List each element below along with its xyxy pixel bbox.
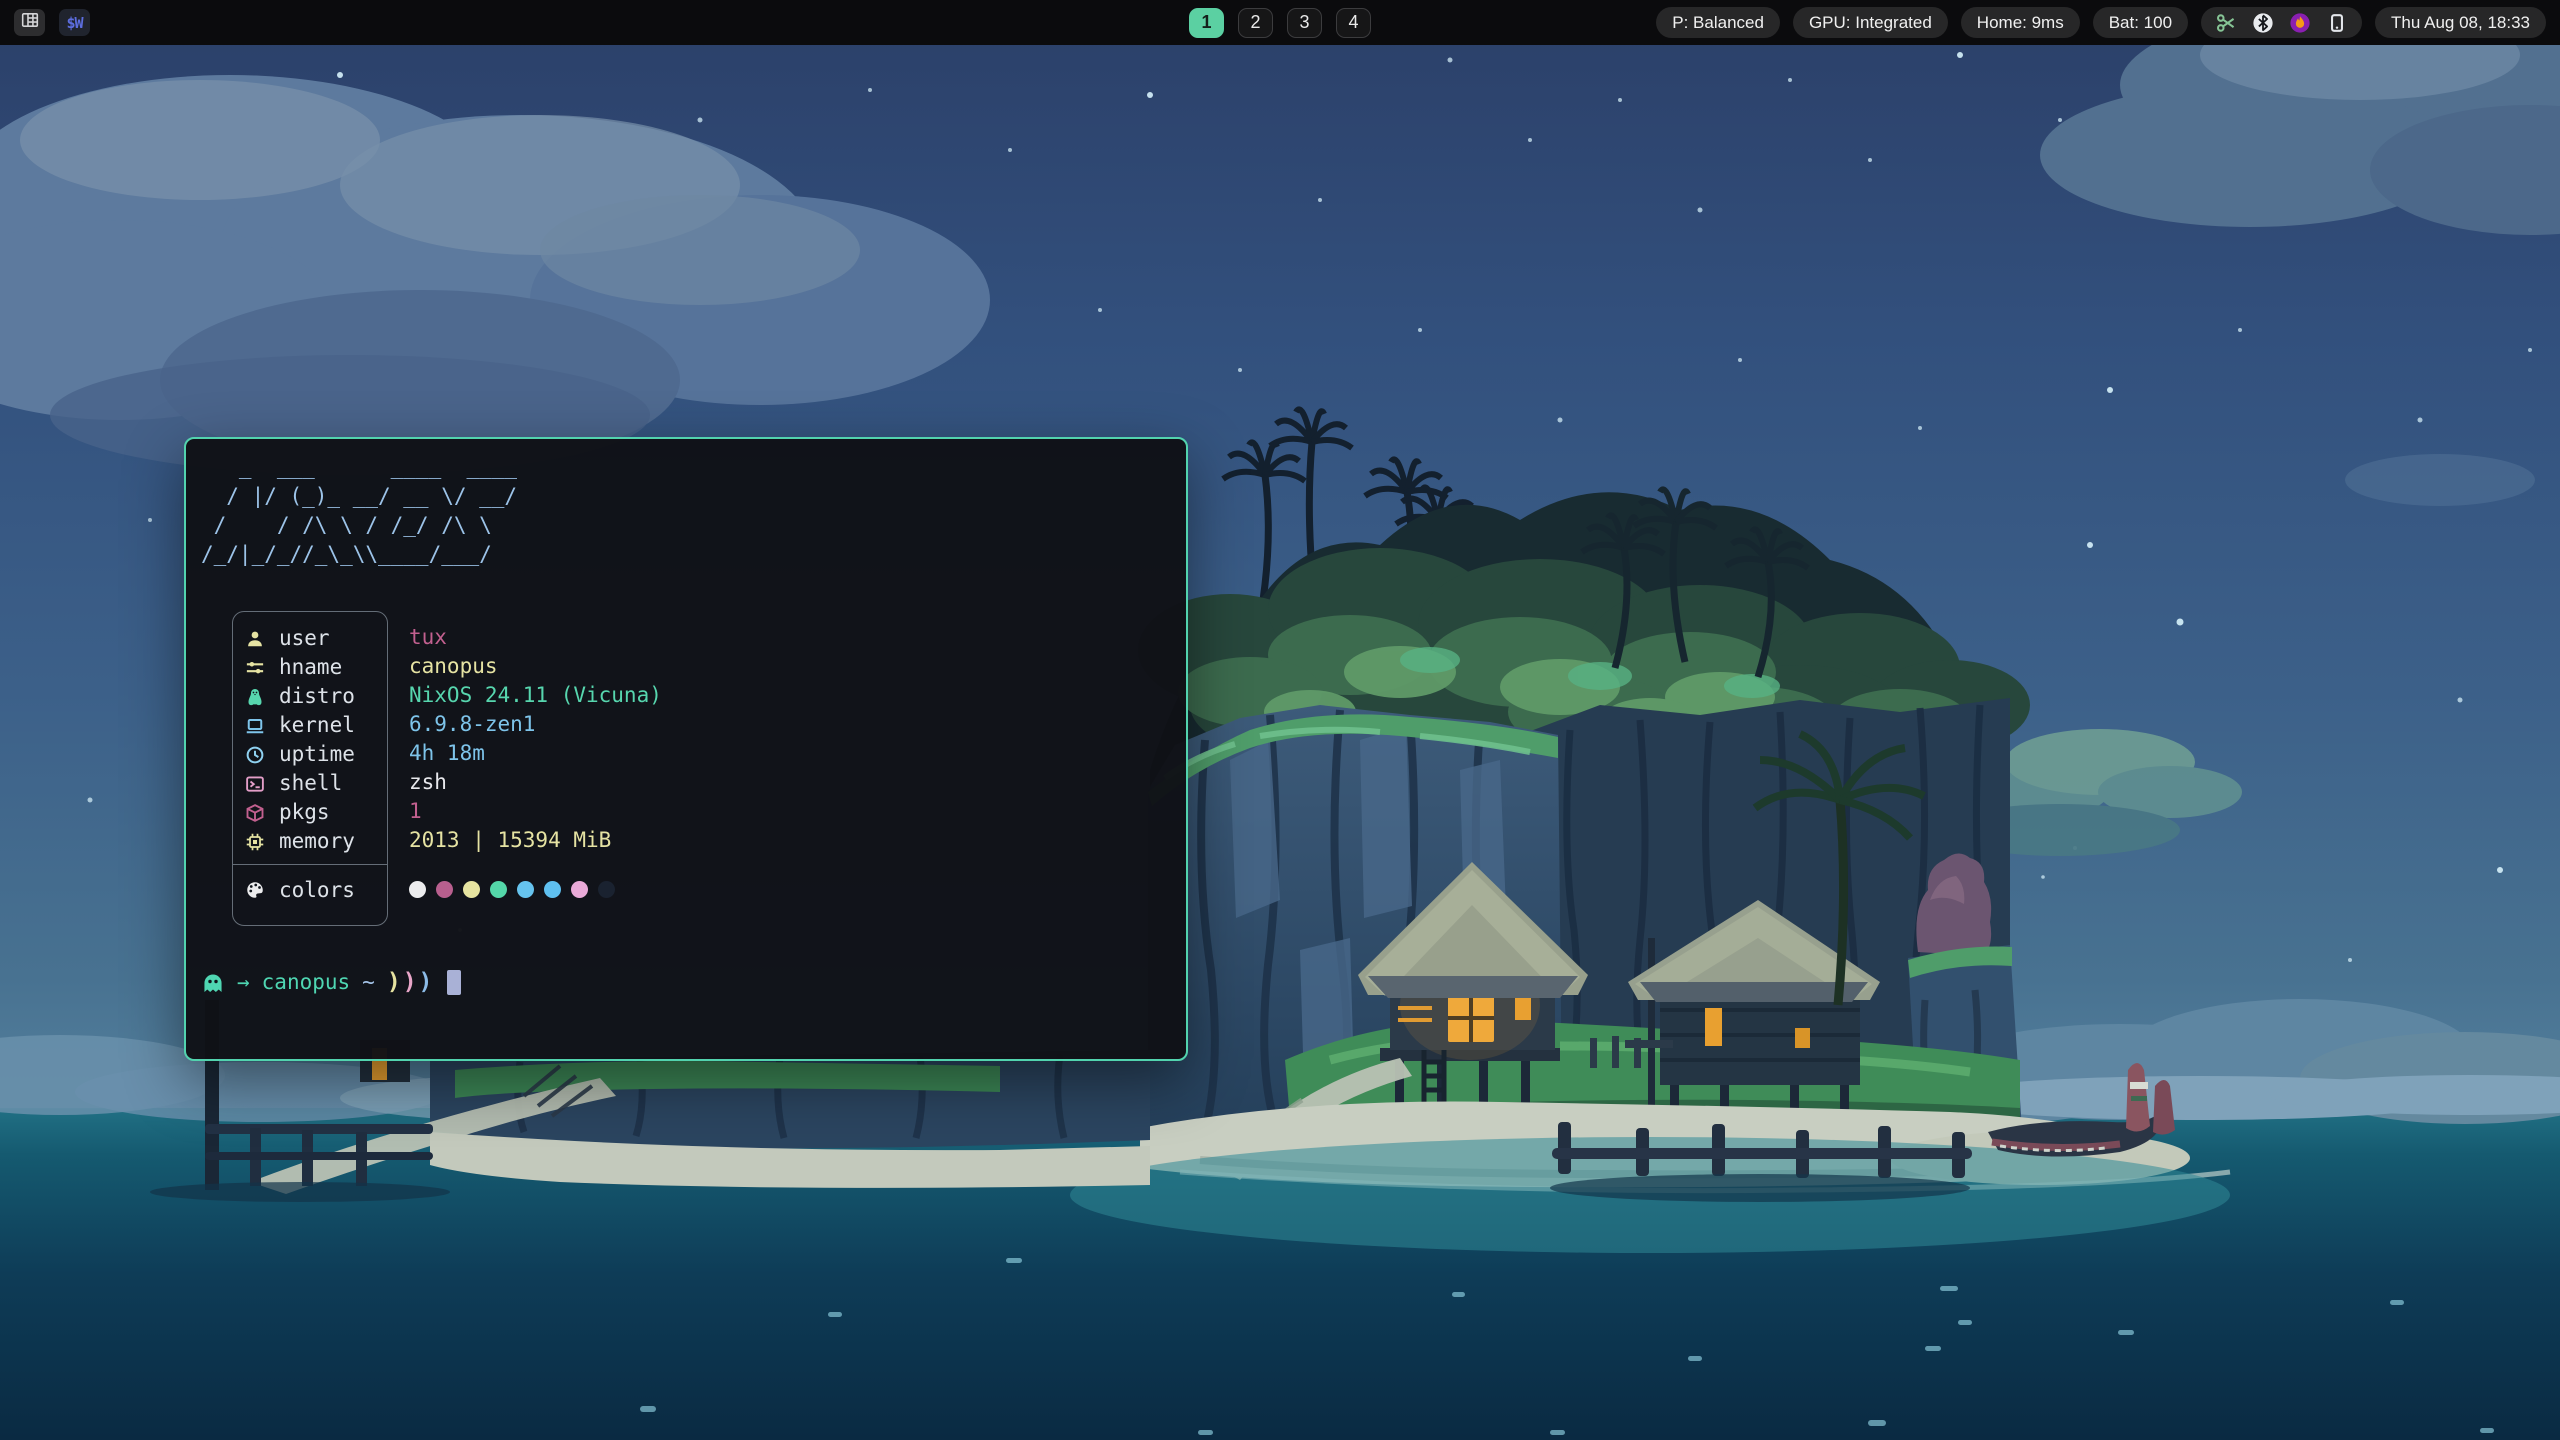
info-label: pkgs bbox=[279, 798, 330, 827]
app-launcher-button[interactable] bbox=[14, 9, 45, 36]
info-label: colors bbox=[279, 876, 355, 905]
color-swatch bbox=[598, 881, 615, 898]
info-label: kernel bbox=[279, 711, 355, 740]
info-key-kernel: kernel bbox=[233, 711, 387, 740]
bluetooth-icon[interactable] bbox=[2252, 12, 2274, 34]
system-tray bbox=[2201, 7, 2362, 38]
prompt-chevron: ) bbox=[387, 968, 401, 997]
power-profile-label: P: Balanced bbox=[1672, 13, 1764, 33]
terminal-icon bbox=[245, 774, 265, 794]
info-value-memory: 2013 | 15394 MiB bbox=[409, 826, 662, 855]
color-swatch bbox=[463, 881, 480, 898]
power-profile-pill[interactable]: P: Balanced bbox=[1656, 7, 1780, 38]
fastfetch-panel: userhnamedistrokerneluptimeshellpkgsmemo… bbox=[232, 611, 1186, 926]
terminal-cursor[interactable] bbox=[447, 970, 461, 995]
color-swatch bbox=[409, 881, 426, 898]
workspace-pill-1[interactable]: 1 bbox=[1189, 8, 1224, 38]
workspace-pill-2[interactable]: 2 bbox=[1238, 8, 1273, 38]
info-value-distro: NixOS 24.11 (Vicuna) bbox=[409, 681, 662, 710]
flameshot-icon[interactable] bbox=[2289, 12, 2311, 34]
bar-left-group: $W bbox=[10, 9, 90, 36]
app-grid-icon bbox=[21, 11, 39, 34]
info-label: shell bbox=[279, 769, 342, 798]
terminal-window[interactable]: _ ___ ____ ____ / |/ (_)_ __/ __ \/ __/ … bbox=[184, 437, 1188, 1061]
color-swatch bbox=[517, 881, 534, 898]
color-swatch bbox=[544, 881, 561, 898]
bar-right-group: P: Balanced GPU: Integrated Home: 9ms Ba… bbox=[1656, 7, 2550, 38]
terminal-color-swatches bbox=[409, 865, 662, 915]
color-swatch bbox=[436, 881, 453, 898]
info-label: user bbox=[279, 624, 330, 653]
info-value-shell: zsh bbox=[409, 768, 662, 797]
prompt-hostname: canopus bbox=[262, 968, 351, 997]
network-latency-pill[interactable]: Home: 9ms bbox=[1961, 7, 2080, 38]
color-swatch bbox=[571, 881, 588, 898]
laptop-icon bbox=[245, 716, 265, 736]
top-status-bar: $W 1234 P: Balanced GPU: Integrated Home… bbox=[0, 0, 2560, 45]
info-key-pkgs: pkgs bbox=[233, 798, 387, 827]
gpu-pill[interactable]: GPU: Integrated bbox=[1793, 7, 1948, 38]
chip-icon bbox=[245, 832, 265, 852]
wezterm-icon: $W bbox=[66, 14, 82, 32]
fastfetch-values: tuxcanopusNixOS 24.11 (Vicuna)6.9.8-zen1… bbox=[388, 611, 662, 926]
phone-icon[interactable] bbox=[2326, 12, 2348, 34]
prompt-chevron: ) bbox=[419, 968, 433, 997]
battery-pill[interactable]: Bat: 100 bbox=[2093, 7, 2188, 38]
user-icon bbox=[245, 629, 265, 649]
info-value-user: tux bbox=[409, 623, 662, 652]
gpu-label: GPU: Integrated bbox=[1809, 13, 1932, 33]
sliders-icon bbox=[245, 658, 265, 678]
info-key-memory: memory bbox=[233, 827, 387, 856]
workspace-pill-3[interactable]: 3 bbox=[1287, 8, 1322, 38]
clock-icon bbox=[245, 745, 265, 765]
shell-prompt[interactable]: → canopus ~))) bbox=[201, 968, 1186, 997]
clock-pill[interactable]: Thu Aug 08, 18:33 bbox=[2375, 7, 2546, 38]
info-value-hname: canopus bbox=[409, 652, 662, 681]
info-label: hname bbox=[279, 653, 342, 682]
info-value-pkgs: 1 bbox=[409, 797, 662, 826]
workspace-switcher: 1234 bbox=[1189, 8, 1371, 38]
prompt-path: ~ bbox=[362, 968, 375, 997]
info-key-hname: hname bbox=[233, 653, 387, 682]
clock-label: Thu Aug 08, 18:33 bbox=[2391, 13, 2530, 33]
battery-label: Bat: 100 bbox=[2109, 13, 2172, 33]
package-icon bbox=[245, 803, 265, 823]
info-value-kernel: 6.9.8-zen1 bbox=[409, 710, 662, 739]
prompt-arrow: → bbox=[237, 968, 250, 997]
fastfetch-key-box: userhnamedistrokerneluptimeshellpkgsmemo… bbox=[232, 611, 388, 926]
network-latency-label: Home: 9ms bbox=[1977, 13, 2064, 33]
scissors-icon[interactable] bbox=[2215, 12, 2237, 34]
terminal-content: _ ___ ____ ____ / |/ (_)_ __/ __ \/ __/ … bbox=[186, 439, 1186, 1059]
workspace-pill-4[interactable]: 4 bbox=[1336, 8, 1371, 38]
palette-icon bbox=[245, 880, 265, 900]
terminal-app-button[interactable]: $W bbox=[59, 9, 90, 36]
info-key-user: user bbox=[233, 624, 387, 653]
ghost-icon bbox=[201, 971, 225, 995]
info-label: memory bbox=[279, 827, 355, 856]
nixos-ascii-logo: _ ___ ____ ____ / |/ (_)_ __/ __ \/ __/ … bbox=[201, 453, 1186, 569]
info-key-distro: distro bbox=[233, 682, 387, 711]
info-key-colors: colors bbox=[233, 865, 387, 915]
prompt-chevron: ) bbox=[403, 968, 417, 997]
color-swatch bbox=[490, 881, 507, 898]
info-label: distro bbox=[279, 682, 355, 711]
info-key-uptime: uptime bbox=[233, 740, 387, 769]
info-label: uptime bbox=[279, 740, 355, 769]
info-value-uptime: 4h 18m bbox=[409, 739, 662, 768]
penguin-icon bbox=[245, 687, 265, 707]
info-key-shell: shell bbox=[233, 769, 387, 798]
